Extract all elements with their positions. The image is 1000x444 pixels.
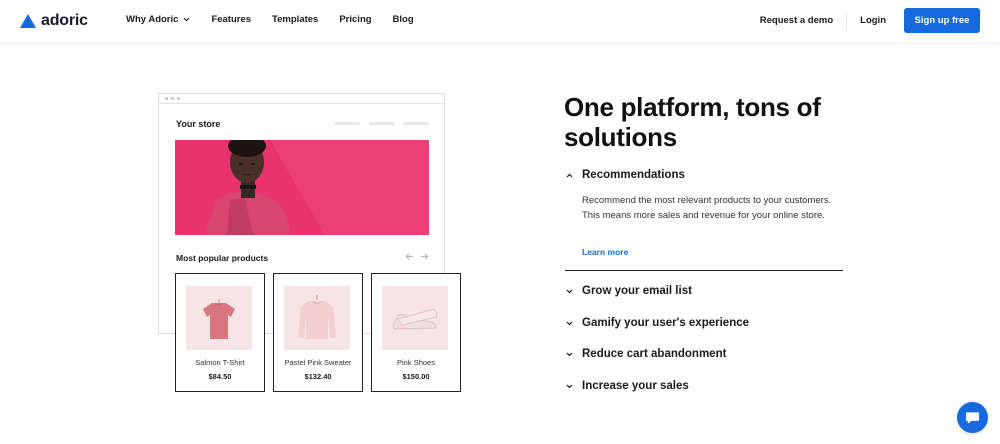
product-name: Pastel Pink Sweater	[284, 358, 352, 367]
chevron-down-icon	[566, 289, 573, 293]
nav-item-label: Templates	[272, 14, 319, 25]
arrow-left-icon[interactable]	[405, 252, 414, 261]
accordion-item-recommendations[interactable]: Recommendations	[566, 169, 685, 181]
window-dot	[177, 97, 180, 100]
model-photo	[175, 140, 429, 235]
chevron-down-icon	[566, 352, 573, 356]
login-link[interactable]: Login	[860, 15, 886, 26]
product-name: Pink Shoes	[397, 358, 435, 367]
chat-bubble-icon	[965, 411, 980, 424]
accordion-item-title: Recommendations	[582, 169, 685, 181]
arrow-right-icon[interactable]	[420, 252, 429, 261]
nav-item-blog[interactable]: Blog	[393, 14, 414, 25]
logo[interactable]: adoric	[20, 11, 88, 31]
accordion-item-title: Gamify your user's experience	[582, 317, 750, 329]
product-image	[186, 286, 252, 350]
store-hero-image	[175, 140, 429, 235]
learn-more-link[interactable]: Learn more	[582, 247, 628, 257]
product-name: Salmon T-Shirt	[195, 358, 245, 367]
accordion-item-email-list[interactable]: Grow your email list	[566, 285, 692, 297]
nav-item-templates[interactable]: Templates	[272, 14, 318, 25]
window-dot	[165, 97, 168, 100]
popular-products-title: Most popular products	[176, 253, 269, 263]
chevron-down-icon	[566, 321, 573, 325]
accordion-item-title: Grow your email list	[582, 285, 692, 297]
site-header: adoric Why Adoric Features Templates Pri…	[0, 0, 1000, 44]
header-actions: Request a demo Login Sign up free	[760, 8, 980, 33]
store-menu-placeholder	[334, 122, 360, 125]
main-nav: Why Adoric Features Templates Pricing Bl…	[126, 14, 435, 25]
logo-text: adoric	[41, 12, 88, 29]
product-card[interactable]: Salmon T-Shirt $84.50	[175, 273, 265, 392]
chevron-down-icon	[566, 384, 573, 388]
nav-item-why-adoric[interactable]: Why Adoric	[126, 14, 190, 25]
accordion-item-gamify[interactable]: Gamify your user's experience	[566, 317, 749, 329]
carousel-arrows	[405, 252, 435, 261]
signup-button[interactable]: Sign up free	[904, 8, 980, 33]
request-demo-link[interactable]: Request a demo	[760, 15, 833, 26]
product-price: $132.40	[304, 372, 332, 381]
accordion-item-title: Increase your sales	[582, 380, 689, 392]
product-card[interactable]: Pink Shoes $150.00	[371, 273, 461, 392]
window-dot	[171, 97, 174, 100]
chevron-down-icon	[184, 17, 190, 22]
store-title: Your store	[176, 119, 221, 129]
shoe-icon	[392, 308, 438, 330]
accordion-item-title: Reduce cart abandonment	[582, 348, 727, 360]
sweater-icon	[298, 295, 336, 339]
page-headline: One platform, tons of solutions	[564, 92, 821, 152]
store-menu-placeholder	[369, 122, 395, 125]
chat-button[interactable]	[957, 402, 988, 433]
nav-item-pricing[interactable]: Pricing	[339, 14, 371, 25]
accordion-description: Recommend the most relevant products to …	[582, 195, 832, 221]
nav-item-label: Blog	[392, 14, 414, 25]
nav-item-label: Pricing	[339, 14, 372, 25]
accordion-item-increase-sales[interactable]: Increase your sales	[566, 380, 689, 392]
product-price: $84.50	[208, 372, 232, 381]
browser-bar	[159, 94, 444, 104]
product-image	[382, 286, 448, 350]
nav-item-features[interactable]: Features	[211, 14, 251, 25]
header-divider	[846, 11, 848, 30]
product-image	[284, 286, 350, 350]
product-card[interactable]: Pastel Pink Sweater $132.40	[273, 273, 363, 392]
chevron-up-icon	[566, 173, 573, 177]
tshirt-icon	[203, 299, 235, 339]
nav-item-label: Features	[211, 14, 252, 25]
store-menu-placeholder	[403, 122, 429, 125]
nav-item-label: Why Adoric	[126, 14, 179, 25]
logo-triangle-icon	[20, 14, 36, 28]
accordion-divider	[565, 270, 843, 271]
product-price: $150.00	[402, 372, 430, 381]
accordion-item-cart-abandonment[interactable]: Reduce cart abandonment	[566, 348, 726, 360]
